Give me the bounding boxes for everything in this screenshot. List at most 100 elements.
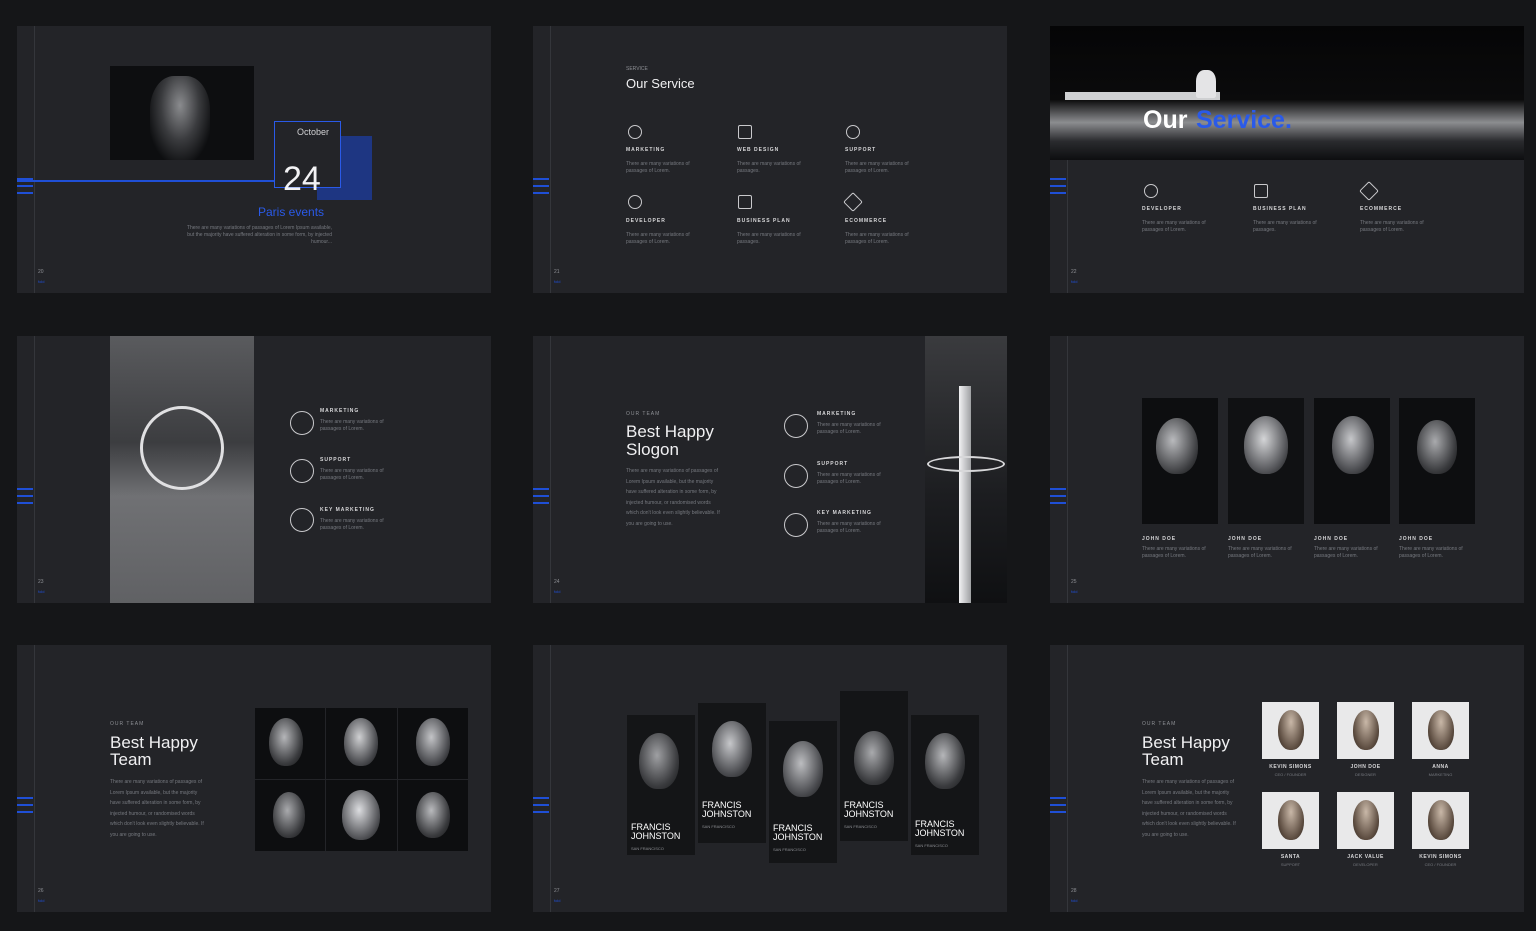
feature-text: There are many variations of passages of…	[320, 468, 384, 481]
section-eyebrow: SERVICE	[626, 66, 648, 72]
wheel	[140, 406, 224, 490]
menu-icon[interactable]	[1050, 488, 1066, 509]
page-number: 26	[38, 888, 44, 894]
hero-title-a: Our	[1143, 106, 1188, 134]
slide-26[interactable]: OUR TEAM Best Happy Team There are many …	[17, 645, 491, 912]
profile-name-line2: JOHNSTON	[844, 809, 894, 819]
pencil-icon	[784, 414, 808, 438]
portrait-face	[1278, 800, 1304, 840]
page-brand: fold	[554, 898, 561, 903]
service-label: DEVELOPER	[626, 218, 666, 224]
menu-icon[interactable]	[1050, 178, 1066, 199]
service-text: There are many variations of passages of…	[1360, 220, 1424, 233]
gallery-photo	[326, 780, 397, 851]
service-text: There are many variations of passages of…	[626, 161, 690, 174]
menu-icon[interactable]	[1050, 797, 1066, 818]
portrait-face	[783, 741, 823, 797]
person-name: JACK VALUE	[1347, 854, 1384, 860]
member-text: There are many variations of passages of…	[1399, 546, 1463, 559]
portrait-face	[854, 731, 894, 785]
guide-line	[1067, 645, 1068, 912]
page-number: 28	[1071, 888, 1077, 894]
gallery-photo	[255, 780, 325, 851]
person-name: KEVIN SIMONS	[1269, 764, 1312, 770]
lifebuoy-icon	[290, 459, 314, 483]
profile-card	[698, 703, 766, 843]
slide-20[interactable]: October 24 Paris events There are many v…	[17, 26, 491, 293]
slide-22[interactable]: Our Service. DEVELOPER There are many va…	[1050, 26, 1524, 293]
profile-name-line2: JOHNSTON	[702, 809, 752, 819]
service-text: There are many variations of passages of…	[626, 232, 690, 245]
portrait-face	[1428, 800, 1454, 840]
gallery-photo	[398, 708, 468, 779]
person-name: JOHN DOE	[1350, 764, 1381, 770]
member-name: JOHN DOE	[1314, 536, 1349, 542]
slide-28[interactable]: OUR TEAM Best Happy Team There are many …	[1050, 645, 1524, 912]
briefcase-icon	[738, 195, 752, 209]
menu-icon[interactable]	[533, 178, 549, 199]
service-label: DEVELOPER	[1142, 206, 1182, 212]
lock-icon	[784, 513, 808, 537]
slide-24[interactable]: OUR TEAM Best Happy Slogon There are man…	[533, 336, 1007, 603]
tag-icon	[1359, 181, 1379, 201]
portrait-face	[712, 721, 752, 777]
profile-name-line2: JOHNSTON	[631, 831, 681, 841]
portrait-face	[416, 718, 450, 766]
page-number: 25	[1071, 579, 1077, 585]
profile-city: SAN FRANCISCO	[844, 824, 877, 829]
slide-27[interactable]: FRANCIS JOHNSTON SAN FRANCISCO FRANCIS J…	[533, 645, 1007, 912]
page-number: 21	[554, 269, 560, 275]
bicycle-photo	[110, 336, 254, 603]
lifebuoy-icon	[784, 464, 808, 488]
slide-23[interactable]: MARKETING There are many variations of p…	[17, 336, 491, 603]
slide-25[interactable]: JOHN DOE There are many variations of pa…	[1050, 336, 1524, 603]
service-text: There are many variations of passages of…	[845, 161, 909, 174]
profile-name-line2: JOHNSTON	[773, 832, 823, 842]
boxer-photo	[110, 66, 254, 160]
portrait-face	[1417, 420, 1457, 474]
page-number: 22	[1071, 269, 1077, 275]
tower-photo	[925, 336, 1007, 603]
feature-label: SUPPORT	[817, 461, 849, 467]
feature-label: MARKETING	[320, 408, 360, 414]
team-photo	[1228, 398, 1304, 524]
service-label: WEB DESIGN	[737, 147, 780, 153]
guide-line	[550, 336, 551, 603]
section-body: There are many variations of passages of…	[626, 468, 720, 527]
feature-text: There are many variations of passages of…	[817, 521, 881, 534]
menu-icon[interactable]	[533, 797, 549, 818]
feature-text: There are many variations of passages of…	[320, 419, 384, 432]
page-brand: fold	[1071, 898, 1078, 903]
section-eyebrow: OUR TEAM	[626, 411, 661, 417]
member-name: JOHN DOE	[1399, 536, 1434, 542]
service-text: There are many variations of passages of…	[1142, 220, 1206, 233]
feature-text: There are many variations of passages of…	[817, 472, 881, 485]
hero-title-b: Service.	[1196, 106, 1292, 134]
portrait-face	[269, 718, 303, 766]
profile-city: SAN FRANCISCO	[631, 846, 664, 851]
menu-icon[interactable]	[17, 797, 33, 818]
guide-line	[1067, 336, 1068, 603]
page-number: 23	[38, 579, 44, 585]
event-body: There are many variations of passages of…	[186, 225, 332, 245]
page-number: 27	[554, 888, 560, 894]
page-brand: fold	[554, 279, 561, 284]
service-text: There are many variations of passages.	[1253, 220, 1317, 233]
gear-icon	[628, 195, 642, 209]
guide-line	[34, 26, 35, 293]
person-role: CEO / FOUNDER	[1274, 772, 1307, 777]
menu-icon[interactable]	[17, 488, 33, 509]
person-name: ANNA	[1432, 764, 1449, 770]
portrait-face	[344, 718, 378, 766]
person-role: SUPPORT	[1280, 862, 1301, 867]
menu-icon[interactable]	[533, 488, 549, 509]
team-photo	[1314, 398, 1390, 524]
feature-label: MARKETING	[817, 411, 857, 417]
feature-label: SUPPORT	[320, 457, 352, 463]
guide-line	[34, 336, 35, 603]
guide-line	[34, 645, 35, 912]
page-brand: fold	[38, 898, 45, 903]
section-title-line1: Best Happy	[626, 422, 714, 441]
slide-21[interactable]: SERVICE Our Service MARKETING There are …	[533, 26, 1007, 293]
monitor-icon	[738, 125, 752, 139]
